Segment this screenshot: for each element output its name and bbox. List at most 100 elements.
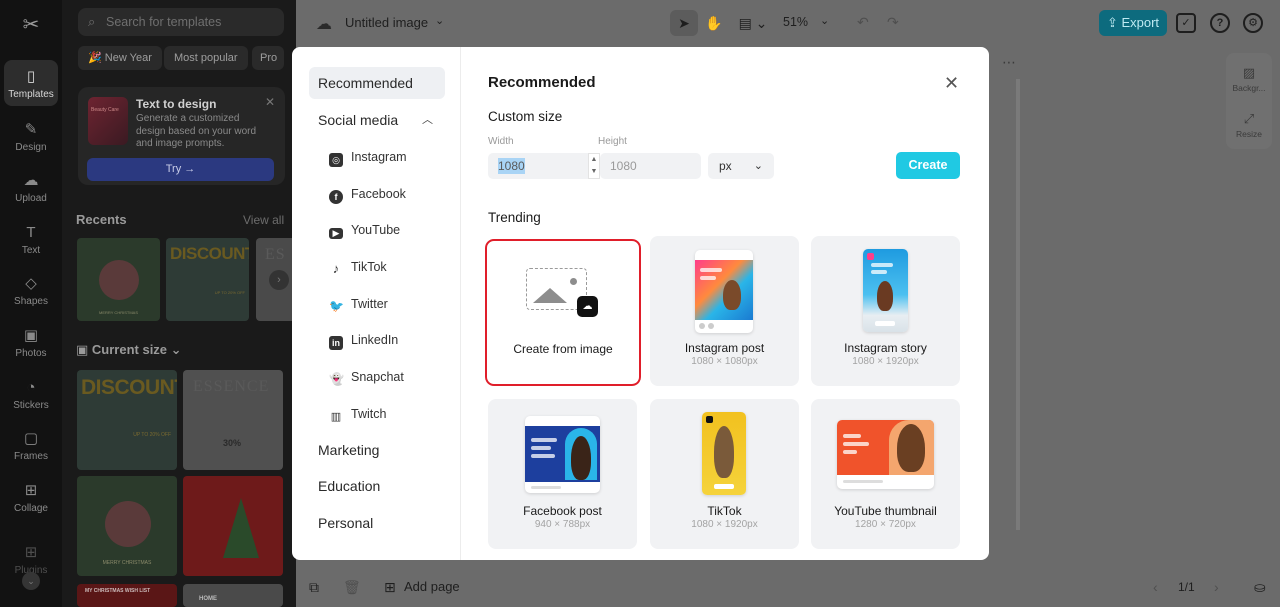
delete-page-icon[interactable]: 🗑 xyxy=(343,579,361,596)
pointer-tool-icon[interactable]: ➤ xyxy=(670,10,698,36)
category-recommended[interactable]: Recommended xyxy=(309,67,445,99)
rail-text[interactable]: T Text xyxy=(4,216,58,262)
category-personal[interactable]: Personal xyxy=(309,507,445,539)
design-icon: ✎ xyxy=(24,121,38,138)
shield-icon[interactable]: ✓ xyxy=(1176,13,1196,33)
sub-youtube[interactable]: ▶ YouTube xyxy=(329,219,400,241)
height-label: Height xyxy=(598,136,627,147)
chevron-down-icon[interactable]: ⌄ xyxy=(435,14,444,27)
close-icon[interactable]: ✕ xyxy=(265,95,275,109)
chip-pro[interactable]: Pro xyxy=(252,46,284,70)
add-page-button[interactable]: Add page xyxy=(404,579,460,594)
undo-icon[interactable]: ↶ xyxy=(857,14,869,31)
plugins-icon: ⊞ xyxy=(24,544,38,561)
chip-most-popular[interactable]: Most popular xyxy=(164,46,248,70)
rail-photos[interactable]: ▣ Photos xyxy=(4,319,58,365)
rail-templates[interactable]: ▯ Templates xyxy=(4,60,58,106)
shapes-icon: ◇ xyxy=(25,275,37,292)
create-button[interactable]: Create xyxy=(896,152,960,179)
card-youtube-thumbnail[interactable]: YouTube thumbnail 1280 × 720px xyxy=(811,399,960,549)
view-all-link[interactable]: View all xyxy=(243,213,284,227)
add-page-icon[interactable]: ⊞ xyxy=(384,579,396,596)
card-tiktok[interactable]: TikTok 1080 × 1920px xyxy=(650,399,799,549)
sub-twitter[interactable]: 🐦 Twitter xyxy=(329,293,388,315)
category-social-media[interactable]: Social media ︿ xyxy=(309,104,445,136)
zoom-chevron-icon[interactable]: ⌄ xyxy=(820,14,829,27)
scroll-down-icon[interactable]: ⌄ xyxy=(22,572,40,590)
frames-icon: ▢ xyxy=(23,430,39,447)
size-thumb-discount[interactable]: DISCOUNT UP TO 20% OFF xyxy=(77,370,177,470)
size-thumb-home[interactable]: HOME xyxy=(183,584,283,607)
sub-snapchat[interactable]: 👻 Snapchat xyxy=(329,366,404,388)
modal-content: Recommended ✕ Custom size Width Height 1… xyxy=(462,47,989,560)
right-side-tools: ▨ Backgr... ⤢ Resize xyxy=(1226,53,1272,149)
size-thumb-christmas[interactable]: MERRY CHRISTMAS xyxy=(77,476,177,576)
resize-tool[interactable]: ⤢ Resize xyxy=(1226,111,1272,139)
card-create-from-image[interactable]: ☁ Create from image xyxy=(485,239,641,386)
width-input[interactable]: 1080 ▲ ▼ xyxy=(488,153,600,179)
bottom-bar: ⧉ 🗑 ⊞ Add page ‹ 1/1 › ⛀ xyxy=(296,565,1280,607)
new-design-modal: Recommended Social media ︿ ◎ Instagram f Fa… xyxy=(292,47,989,560)
current-size-title: ▣ Current size ⌄ xyxy=(76,342,182,357)
background-tool[interactable]: ▨ Backgr... xyxy=(1226,65,1272,93)
rail-collage[interactable]: ⊞ Collage xyxy=(4,474,58,520)
help-icon[interactable]: ? xyxy=(1210,13,1230,33)
resize-icon: ⤢ xyxy=(1243,111,1255,126)
height-input[interactable]: 1080 xyxy=(600,153,701,179)
settings-icon[interactable]: ⚙ xyxy=(1243,13,1263,33)
document-title[interactable]: Untitled image xyxy=(345,15,428,30)
promo-title: Text to design xyxy=(136,97,217,111)
sub-facebook[interactable]: f Facebook xyxy=(329,183,406,205)
chip-new-year[interactable]: 🎉 New Year xyxy=(78,46,162,70)
card-facebook-post[interactable]: Facebook post 940 × 788px xyxy=(488,399,637,549)
facebook-icon: f xyxy=(329,190,343,204)
card-dimensions: 1080 × 1920px xyxy=(852,356,919,367)
cloud-upload-icon: ☁ xyxy=(577,296,598,317)
hand-tool-icon[interactable]: ✋ xyxy=(700,10,728,36)
size-thumb-essence[interactable]: ESSENCE 30% xyxy=(183,370,283,470)
category-education[interactable]: Education xyxy=(309,470,445,502)
twitch-icon: ▥ xyxy=(330,411,342,423)
pages-panel-icon[interactable]: ⛀ xyxy=(1254,579,1266,596)
next-page-icon[interactable]: › xyxy=(1214,579,1219,595)
layout-icon[interactable]: ▤ ⌄ xyxy=(737,10,769,36)
export-button[interactable]: ⇪ Export xyxy=(1099,10,1167,36)
rail-stickers[interactable]: ◔ Stickers xyxy=(4,371,58,417)
background-icon: ▨ xyxy=(1242,65,1256,80)
card-dimensions: 940 × 788px xyxy=(534,519,591,530)
rail-upload[interactable]: ☁ Upload xyxy=(4,164,58,210)
recent-thumb-christmas[interactable]: MERRY CHRISTMAS xyxy=(77,238,160,321)
more-options-icon[interactable]: ⋯ xyxy=(1002,54,1016,71)
rail-shapes[interactable]: ◇ Shapes xyxy=(4,267,58,313)
chevron-right-icon[interactable]: › xyxy=(269,270,289,290)
close-icon[interactable]: ✕ xyxy=(944,74,959,92)
card-instagram-story[interactable]: Instagram story 1080 × 1920px xyxy=(811,236,960,386)
width-label: Width xyxy=(488,136,514,147)
sub-twitch[interactable]: ▥ Twitch xyxy=(329,403,387,425)
canvas-page[interactable] xyxy=(1016,79,1020,530)
size-thumb-tree[interactable] xyxy=(183,476,283,576)
card-dimensions: 1080 × 1080px xyxy=(691,356,758,367)
recents-title: Recents xyxy=(76,212,127,227)
twitter-icon: 🐦 xyxy=(329,299,344,313)
stepper-icon[interactable]: ▲ ▼ xyxy=(588,153,600,179)
card-instagram-post[interactable]: Instagram post 1080 × 1080px xyxy=(650,236,799,386)
page-counter: 1/1 xyxy=(1178,580,1195,594)
promo-try-button[interactable]: Try → xyxy=(87,158,274,181)
duplicate-page-icon[interactable]: ⧉ xyxy=(309,579,319,596)
rail-frames[interactable]: ▢ Frames xyxy=(4,422,58,468)
sub-tiktok[interactable]: ♪ TikTok xyxy=(329,256,387,278)
recent-thumb-discount[interactable]: DISCOUNT UP TO 20% OFF xyxy=(166,238,249,321)
template-search-input[interactable]: ⌕ Search for templates xyxy=(78,8,284,36)
unit-select[interactable]: px ⌄ xyxy=(708,153,774,179)
size-thumb-wishlist[interactable]: MY CHRISTMAS WISH LIST xyxy=(77,584,177,607)
category-marketing[interactable]: Marketing xyxy=(309,434,445,466)
rail-design[interactable]: ✎ Design xyxy=(4,113,58,159)
trending-title: Trending xyxy=(488,210,541,225)
prev-page-icon[interactable]: ‹ xyxy=(1153,579,1158,595)
instagram-post-preview xyxy=(695,250,753,333)
sub-instagram[interactable]: ◎ Instagram xyxy=(329,146,407,168)
zoom-level[interactable]: 51% xyxy=(783,15,808,29)
sub-linkedin[interactable]: in LinkedIn xyxy=(329,329,398,351)
redo-icon[interactable]: ↷ xyxy=(887,14,899,31)
